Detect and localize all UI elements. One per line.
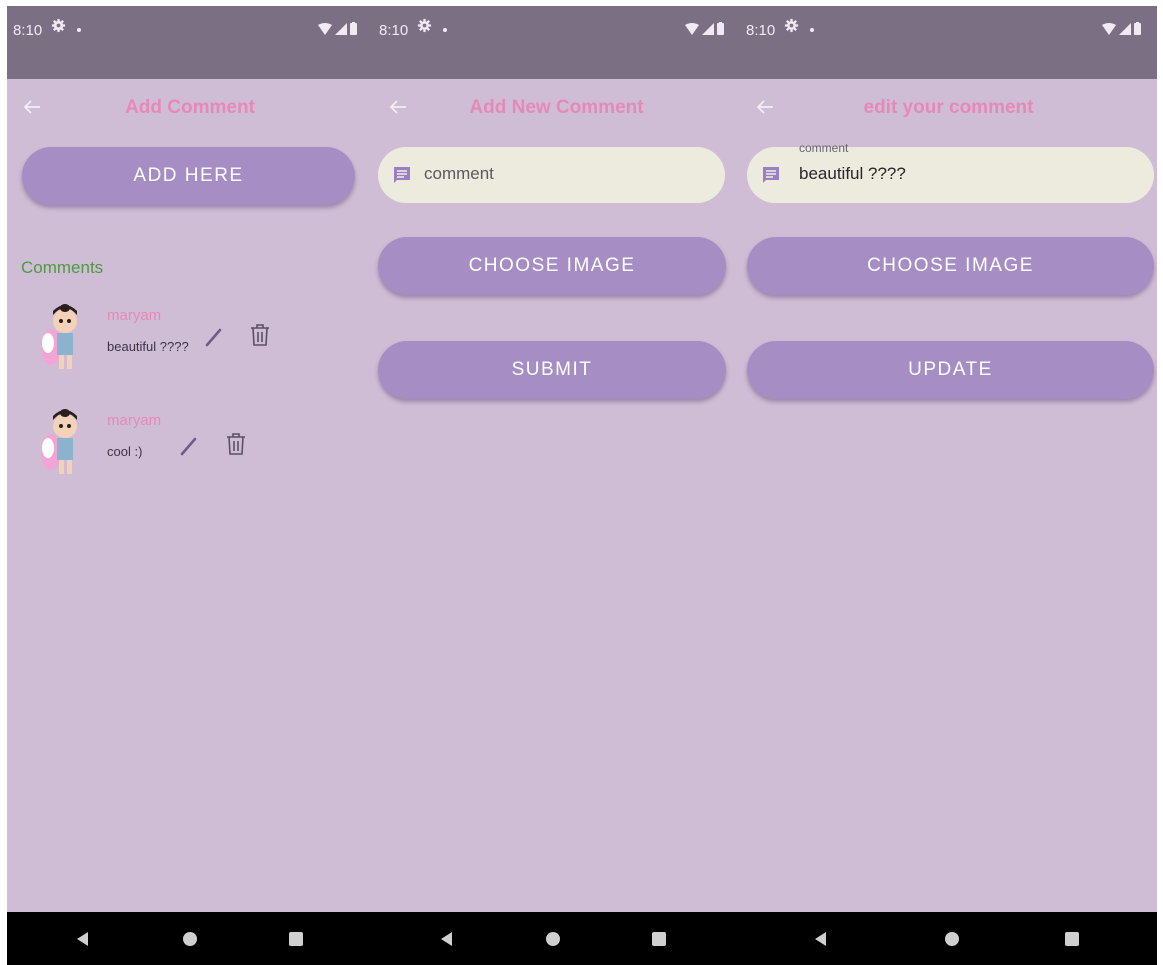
system-nav-bar: [7, 912, 373, 965]
nav-back-icon[interactable]: [441, 932, 452, 946]
trash-icon[interactable]: [225, 432, 247, 456]
add-new-comment-screen: 8:10 Add New Comment comment CHOOSE IMAG…: [373, 6, 740, 965]
nav-recents-icon[interactable]: [1065, 932, 1079, 946]
choose-image-button[interactable]: CHOOSE IMAGE: [378, 237, 726, 295]
nav-recents-icon[interactable]: [289, 932, 303, 946]
wifi-icon: [685, 22, 699, 35]
status-bar: 8:10: [7, 6, 373, 79]
add-here-button[interactable]: ADD HERE: [22, 147, 355, 205]
comment-text: cool :): [107, 444, 143, 459]
status-bar: 8:10: [740, 6, 1157, 79]
avatar: [41, 304, 77, 369]
status-time: 8:10: [379, 22, 409, 39]
gear-icon: [784, 18, 799, 33]
comment-author: maryam: [107, 412, 162, 429]
system-nav-bar: [373, 912, 740, 965]
nav-home-icon[interactable]: [546, 932, 560, 946]
status-bar: 8:10: [373, 6, 740, 79]
comment-icon: [394, 167, 410, 183]
notification-dot: [77, 28, 81, 32]
comment-text: beautiful ????: [107, 339, 189, 354]
nav-recents-icon[interactable]: [652, 932, 666, 946]
comment-author: maryam: [107, 307, 162, 324]
pencil-icon[interactable]: [203, 325, 225, 349]
trash-icon[interactable]: [249, 323, 271, 347]
signal-icon: [335, 22, 347, 35]
update-button[interactable]: UPDATE: [747, 341, 1154, 399]
status-time: 8:10: [746, 22, 776, 39]
status-icons: [318, 22, 357, 35]
comment-item: maryam cool :): [35, 408, 365, 490]
comment-value: beautiful ????: [799, 164, 906, 183]
comment-field[interactable]: comment: [378, 147, 725, 203]
comments-heading: Comments: [21, 258, 104, 277]
page-title: Add Comment: [125, 97, 255, 118]
submit-button[interactable]: SUBMIT: [378, 341, 726, 399]
screens-row: 8:10 Add Comment ADD HERE Comments marya…: [7, 6, 1157, 965]
comment-placeholder: comment: [424, 164, 494, 183]
wifi-icon: [318, 22, 332, 35]
comment-icon: [763, 167, 779, 183]
app-bar: Add Comment: [7, 79, 373, 137]
signal-icon: [702, 22, 714, 35]
avatar: [41, 409, 77, 474]
nav-home-icon[interactable]: [945, 932, 959, 946]
choose-image-button[interactable]: CHOOSE IMAGE: [747, 237, 1154, 295]
gear-icon: [51, 18, 66, 33]
notification-dot: [810, 28, 814, 32]
page-title: Add New Comment: [469, 97, 644, 118]
edit-comment-screen: 8:10 edit your comment comment beautiful…: [740, 6, 1157, 965]
nav-home-icon[interactable]: [183, 932, 197, 946]
wifi-icon: [1102, 22, 1116, 35]
gear-icon: [417, 18, 432, 33]
nav-back-icon[interactable]: [815, 932, 826, 946]
comment-field[interactable]: comment beautiful ????: [747, 141, 1154, 203]
status-time: 8:10: [13, 22, 43, 39]
system-nav-bar: [740, 912, 1157, 965]
comment-item: maryam beautiful ????: [35, 303, 365, 385]
signal-icon: [1119, 22, 1131, 35]
battery-icon: [1134, 22, 1141, 35]
battery-icon: [717, 22, 724, 35]
page-title: edit your comment: [863, 97, 1034, 118]
status-icons: [1102, 22, 1141, 35]
notification-dot: [443, 28, 447, 32]
nav-back-icon[interactable]: [77, 932, 88, 946]
status-icons: [685, 22, 724, 35]
pencil-icon[interactable]: [178, 434, 200, 458]
comment-field-label: comment: [799, 141, 849, 155]
app-bar: edit your comment: [740, 79, 1157, 137]
app-bar: Add New Comment: [373, 79, 740, 137]
add-comment-screen: 8:10 Add Comment ADD HERE Comments marya…: [7, 6, 373, 965]
battery-icon: [350, 22, 357, 35]
